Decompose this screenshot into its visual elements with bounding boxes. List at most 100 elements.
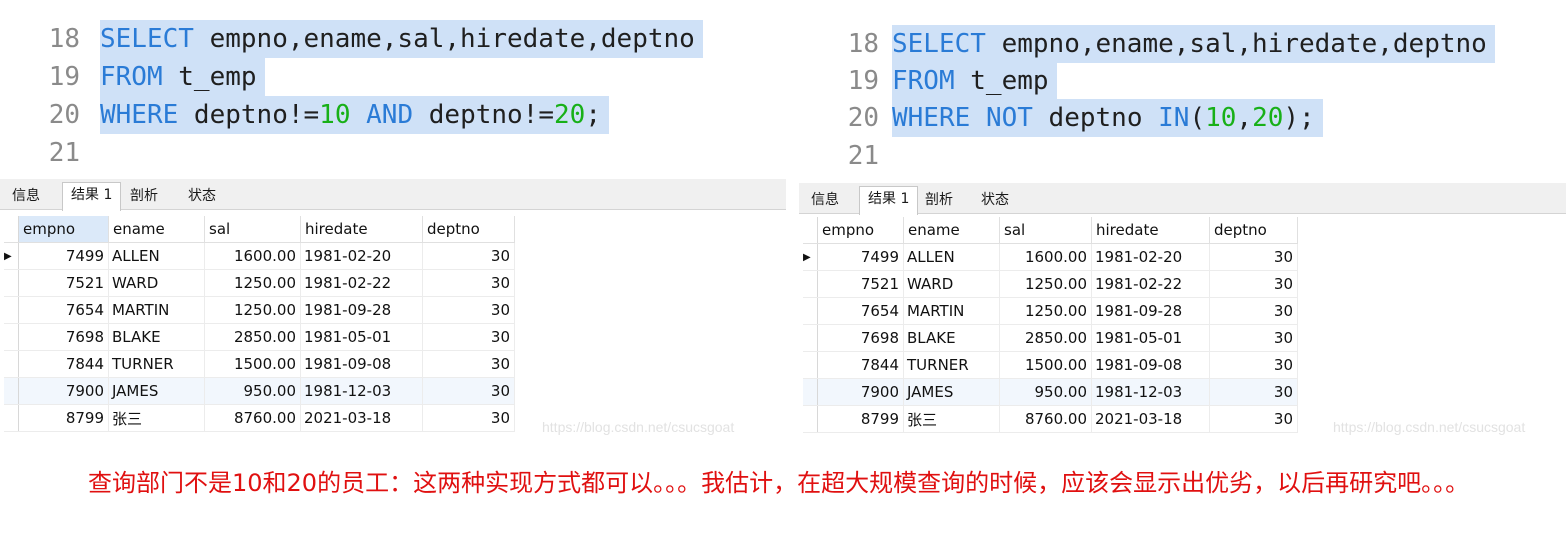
- cell-ename[interactable]: ALLEN: [108, 242, 205, 270]
- cell-ename[interactable]: TURNER: [108, 350, 205, 378]
- cell-ename[interactable]: BLAKE: [108, 323, 205, 351]
- cell-empno[interactable]: 7698: [817, 324, 904, 352]
- cell-sal[interactable]: 950.00: [999, 378, 1092, 406]
- cell-sal[interactable]: 950.00: [204, 377, 301, 405]
- table-row[interactable]: ▶ 7499 ALLEN 1600.00 1981-02-20 30: [4, 242, 515, 270]
- table-row[interactable]: ▶ 7499 ALLEN 1600.00 1981-02-20 30: [803, 243, 1298, 271]
- column-header[interactable]: ename: [903, 217, 1000, 244]
- cell-hiredate[interactable]: 1981-09-08: [1091, 351, 1210, 379]
- tab-result-1[interactable]: 结果 1: [62, 182, 122, 211]
- table-row[interactable]: 7654 MARTIN 1250.00 1981-09-28 30: [4, 296, 515, 324]
- result-grid[interactable]: empno ename sal hiredate deptno ▶ 7499 ALL…: [4, 216, 515, 432]
- sql-editor[interactable]: 17 18 SELECT empno,ename,sal,hiredate,de…: [799, 0, 1566, 176]
- cell-hiredate[interactable]: 2021-03-18: [300, 404, 423, 432]
- cell-deptno[interactable]: 30: [1209, 324, 1298, 352]
- table-row[interactable]: 8799 张三 8760.00 2021-03-18 30: [4, 404, 515, 432]
- cell-ename[interactable]: BLAKE: [903, 324, 1000, 352]
- cell-empno[interactable]: 8799: [18, 404, 109, 432]
- column-header[interactable]: empno: [817, 217, 904, 244]
- cell-ename[interactable]: MARTIN: [108, 296, 205, 324]
- cell-sal[interactable]: 2850.00: [204, 323, 301, 351]
- column-header[interactable]: hiredate: [300, 216, 423, 243]
- cell-sal[interactable]: 2850.00: [999, 324, 1092, 352]
- cell-deptno[interactable]: 30: [1209, 378, 1298, 406]
- cell-sal[interactable]: 1250.00: [999, 270, 1092, 298]
- cell-deptno[interactable]: 30: [1209, 243, 1298, 271]
- cell-deptno[interactable]: 30: [422, 323, 515, 351]
- cell-hiredate[interactable]: 1981-09-28: [300, 296, 423, 324]
- column-header[interactable]: empno: [18, 216, 109, 243]
- tab-result-1[interactable]: 结果 1: [859, 186, 919, 215]
- cell-empno[interactable]: 7521: [817, 270, 904, 298]
- column-header[interactable]: ename: [108, 216, 205, 243]
- cell-hiredate[interactable]: 1981-02-20: [300, 242, 423, 270]
- cell-hiredate[interactable]: 1981-09-28: [1091, 297, 1210, 325]
- table-row[interactable]: 7844 TURNER 1500.00 1981-09-08 30: [803, 351, 1298, 379]
- cell-ename[interactable]: TURNER: [903, 351, 1000, 379]
- cell-hiredate[interactable]: 1981-12-03: [1091, 378, 1210, 406]
- cell-empno[interactable]: 7900: [18, 377, 109, 405]
- tab-profile[interactable]: 剖析: [917, 188, 961, 213]
- cell-deptno[interactable]: 30: [1209, 351, 1298, 379]
- cell-sal[interactable]: 1600.00: [204, 242, 301, 270]
- cell-hiredate[interactable]: 1981-05-01: [1091, 324, 1210, 352]
- cell-empno[interactable]: 7521: [18, 269, 109, 297]
- cell-empno[interactable]: 7654: [817, 297, 904, 325]
- column-header[interactable]: sal: [999, 217, 1092, 244]
- cell-sal[interactable]: 8760.00: [999, 405, 1092, 433]
- cell-ename[interactable]: JAMES: [903, 378, 1000, 406]
- table-row[interactable]: 7698 BLAKE 2850.00 1981-05-01 30: [803, 324, 1298, 352]
- tab-status[interactable]: 状态: [973, 188, 1017, 213]
- tab-profile[interactable]: 剖析: [122, 184, 166, 209]
- cell-deptno[interactable]: 30: [422, 377, 515, 405]
- cell-sal[interactable]: 1250.00: [204, 269, 301, 297]
- cell-deptno[interactable]: 30: [1209, 405, 1298, 433]
- column-header[interactable]: deptno: [422, 216, 515, 243]
- cell-ename[interactable]: 张三: [903, 405, 1000, 433]
- cell-deptno[interactable]: 30: [1209, 270, 1298, 298]
- cell-ename[interactable]: 张三: [108, 404, 205, 432]
- cell-deptno[interactable]: 30: [422, 350, 515, 378]
- table-row[interactable]: 7698 BLAKE 2850.00 1981-05-01 30: [4, 323, 515, 351]
- cell-sal[interactable]: 1600.00: [999, 243, 1092, 271]
- cell-sal[interactable]: 1500.00: [999, 351, 1092, 379]
- cell-empno[interactable]: 7654: [18, 296, 109, 324]
- cell-deptno[interactable]: 30: [1209, 297, 1298, 325]
- cell-hiredate[interactable]: 2021-03-18: [1091, 405, 1210, 433]
- cell-empno[interactable]: 8799: [817, 405, 904, 433]
- column-header[interactable]: deptno: [1209, 217, 1298, 244]
- cell-empno[interactable]: 7844: [817, 351, 904, 379]
- cell-ename[interactable]: WARD: [108, 269, 205, 297]
- tab-info[interactable]: 信息: [803, 188, 847, 213]
- cell-empno[interactable]: 7698: [18, 323, 109, 351]
- cell-hiredate[interactable]: 1981-02-22: [1091, 270, 1210, 298]
- table-row[interactable]: 7900 JAMES 950.00 1981-12-03 30: [4, 377, 515, 405]
- table-row[interactable]: 7900 JAMES 950.00 1981-12-03 30: [803, 378, 1298, 406]
- cell-ename[interactable]: MARTIN: [903, 297, 1000, 325]
- cell-empno[interactable]: 7499: [817, 243, 904, 271]
- cell-hiredate[interactable]: 1981-05-01: [300, 323, 423, 351]
- table-row[interactable]: 7521 WARD 1250.00 1981-02-22 30: [803, 270, 1298, 298]
- cell-empno[interactable]: 7900: [817, 378, 904, 406]
- cell-sal[interactable]: 1250.00: [999, 297, 1092, 325]
- cell-deptno[interactable]: 30: [422, 296, 515, 324]
- cell-hiredate[interactable]: 1981-12-03: [300, 377, 423, 405]
- table-row[interactable]: 8799 张三 8760.00 2021-03-18 30: [803, 405, 1298, 433]
- cell-hiredate[interactable]: 1981-09-08: [300, 350, 423, 378]
- column-header[interactable]: hiredate: [1091, 217, 1210, 244]
- cell-ename[interactable]: WARD: [903, 270, 1000, 298]
- cell-deptno[interactable]: 30: [422, 404, 515, 432]
- cell-ename[interactable]: JAMES: [108, 377, 205, 405]
- cell-sal[interactable]: 8760.00: [204, 404, 301, 432]
- cell-ename[interactable]: ALLEN: [903, 243, 1000, 271]
- table-row[interactable]: 7844 TURNER 1500.00 1981-09-08 30: [4, 350, 515, 378]
- cell-empno[interactable]: 7844: [18, 350, 109, 378]
- cell-deptno[interactable]: 30: [422, 269, 515, 297]
- sql-editor[interactable]: 17 18 SELECT empno,ename,sal,hiredate,de…: [0, 0, 786, 176]
- cell-sal[interactable]: 1500.00: [204, 350, 301, 378]
- tab-info[interactable]: 信息: [4, 184, 48, 209]
- result-grid[interactable]: empno ename sal hiredate deptno ▶ 7499 ALL…: [803, 217, 1298, 433]
- column-header[interactable]: sal: [204, 216, 301, 243]
- cell-empno[interactable]: 7499: [18, 242, 109, 270]
- cell-deptno[interactable]: 30: [422, 242, 515, 270]
